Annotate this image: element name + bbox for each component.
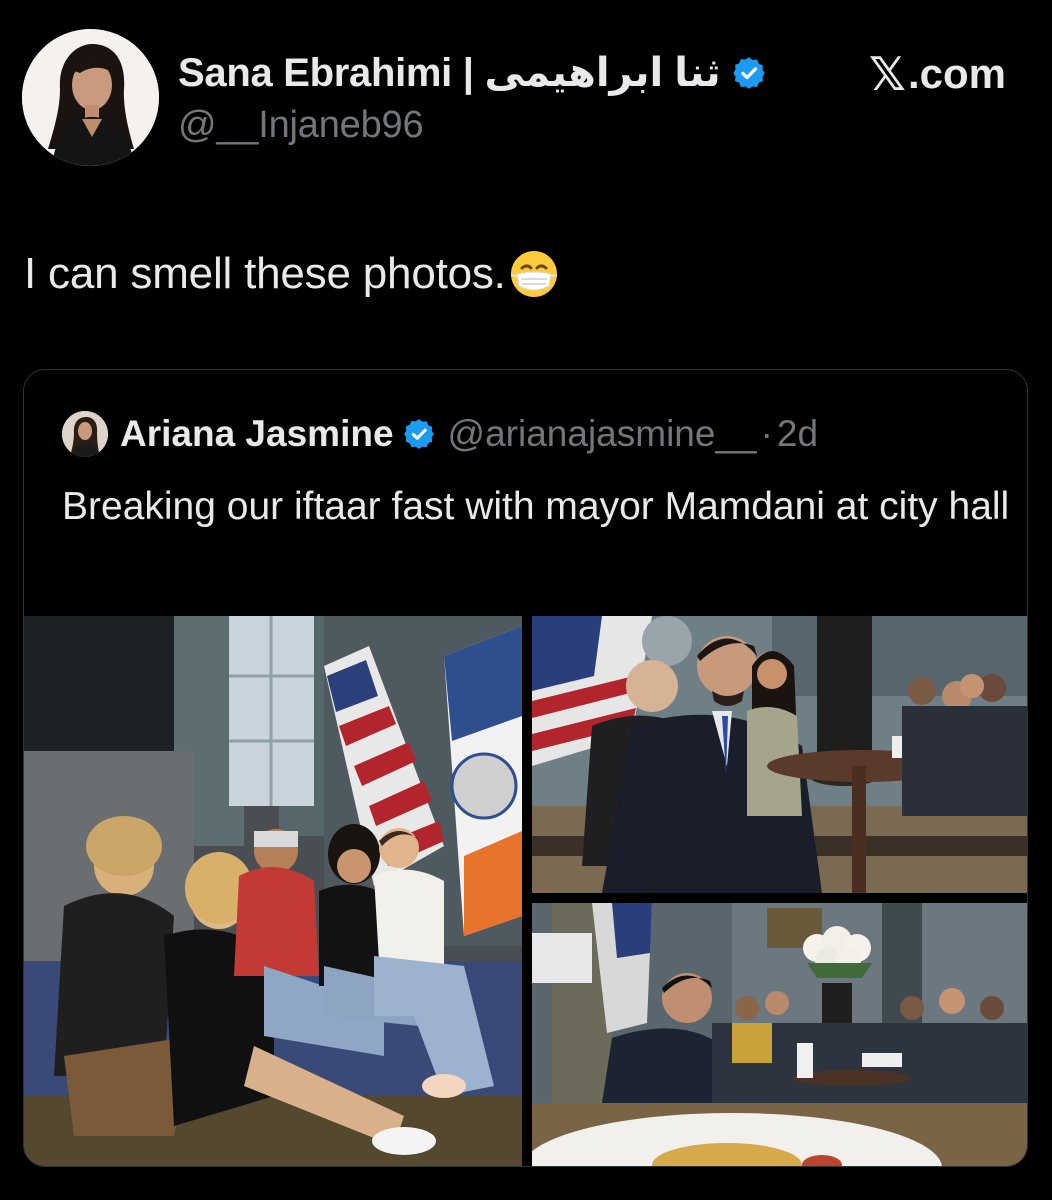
author-avatar-image <box>22 29 159 166</box>
site-domain: .com <box>907 50 1006 97</box>
author-name[interactable]: Sana Ebrahimi | ثنا ابراهیمی <box>178 50 721 96</box>
photo-dinner-gathering[interactable] <box>532 903 1027 1166</box>
photo-mayor-seated[interactable] <box>532 616 1027 893</box>
tweet-text: I can smell these photos. <box>24 248 560 300</box>
quoted-separator: · <box>760 413 773 454</box>
author-avatar[interactable] <box>22 29 159 166</box>
x-logo-icon: 𝕏 <box>868 48 906 100</box>
author-name-line: Sana Ebrahimi | ثنا ابراهیمی <box>178 48 767 98</box>
medical-mask-emoji-icon <box>508 248 560 300</box>
verified-badge-icon <box>402 417 436 451</box>
quoted-tweet-card[interactable]: Ariana Jasmine @arianajasmine__ · 2d Bre… <box>23 369 1028 1167</box>
quoted-timestamp[interactable]: 2d <box>777 413 818 455</box>
author-handle[interactable]: @__Injaneb96 <box>178 104 424 147</box>
quoted-author-name[interactable]: Ariana Jasmine <box>120 413 394 455</box>
quoted-tweet-header: Ariana Jasmine @arianajasmine__ · 2d <box>62 408 818 460</box>
quoted-author-avatar[interactable] <box>62 411 108 457</box>
quoted-author-handle[interactable]: @arianajasmine__ <box>448 413 757 455</box>
quoted-tweet-text: Breaking our iftaar fast with mayor Mamd… <box>62 485 1010 528</box>
site-label: 𝕏 .com <box>869 50 1006 98</box>
verified-badge-icon <box>731 55 767 91</box>
photo-group-portrait[interactable] <box>24 616 522 1166</box>
media-grid <box>24 616 1027 1166</box>
tweet-text-content: I can smell these photos. <box>24 249 506 298</box>
